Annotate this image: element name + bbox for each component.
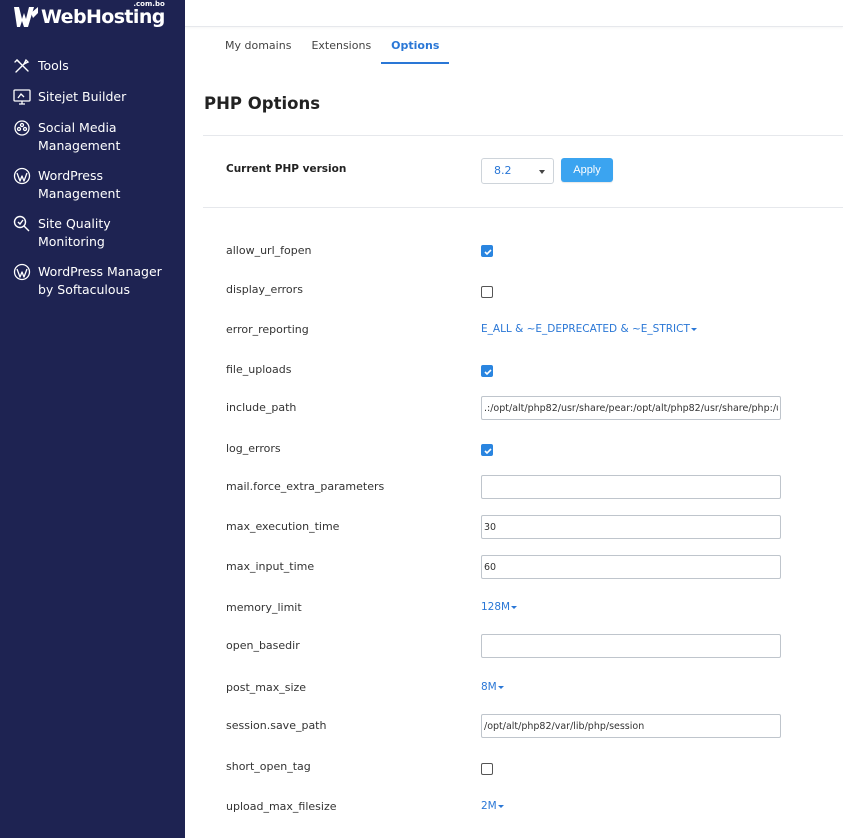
chevron-down-icon [539,170,545,174]
webhosting-logo-icon [14,7,38,27]
tab-bar: My domains Extensions Options [203,27,450,64]
sidebar-item-label: WordPress Management [38,168,121,201]
option-label-short-open-tag: short_open_tag [226,760,311,773]
brand-logo[interactable]: WebHosting .com.bo [13,0,165,30]
memory-limit-dropdown[interactable]: 128M [481,601,518,613]
option-label-max-execution-time: max_execution_time [226,520,340,533]
sidebar-item-label: Social Media Management [38,120,121,153]
sidebar-item-wordpress-management[interactable]: WordPress Management [0,167,185,203]
apply-button[interactable]: Apply [561,158,613,182]
option-label-include-path: include_path [226,401,297,414]
option-label-error-reporting: error_reporting [226,323,309,336]
brand-tld: .com.bo [133,0,165,8]
allow-url-fopen-checkbox[interactable] [481,245,493,257]
sidebar-item-site-quality-monitoring[interactable]: Site Quality Monitoring [0,215,185,251]
sidebar: WebHosting .com.bo Tools Sitejet Builder … [0,0,185,838]
php-version-label: Current PHP version [226,163,347,175]
monitor-icon [13,89,31,105]
checkmark-icon [484,369,492,376]
brand-name: WebHosting .com.bo [41,0,165,28]
option-label-open-basedir: open_basedir [226,639,300,652]
tab-extensions[interactable]: Extensions [301,27,381,63]
sidebar-nav: Tools Sitejet Builder Social Media Manag… [0,57,185,311]
wordpress-icon [13,263,31,281]
sidebar-item-wordpress-manager-softaculous[interactable]: WordPress Manager by Softaculous [0,263,185,299]
max-execution-time-input[interactable] [481,515,781,539]
sidebar-item-sitejet-builder[interactable]: Sitejet Builder [0,88,185,107]
sidebar-item-social-media-management[interactable]: Social Media Management [0,119,185,155]
open-basedir-input[interactable] [481,634,781,658]
error-reporting-value: E_ALL & ~E_DEPRECATED & ~E_STRICT [481,323,690,335]
option-label-post-max-size: post_max_size [226,681,307,694]
mail-force-extra-parameters-input[interactable] [481,475,781,499]
display-errors-checkbox[interactable] [481,286,493,298]
upload-max-filesize-dropdown[interactable]: 2M [481,800,504,812]
divider [203,207,843,208]
sidebar-item-label: Tools [38,58,69,73]
tab-options[interactable]: Options [381,27,450,64]
tab-my-domains[interactable]: My domains [203,27,301,63]
upload-max-filesize-value: 2M [481,800,497,812]
divider [203,135,843,136]
log-errors-checkbox[interactable] [481,444,493,456]
page-title: PHP Options [204,94,321,113]
magnifier-icon [13,215,30,232]
max-input-time-input[interactable] [481,555,781,579]
caret-down-icon [497,804,504,808]
sidebar-item-label: WordPress Manager by Softaculous [38,264,162,297]
file-uploads-checkbox[interactable] [481,365,493,377]
php-version-value: 8.2 [494,164,512,177]
error-reporting-dropdown[interactable]: E_ALL & ~E_DEPRECATED & ~E_STRICT [481,323,697,335]
wordpress-icon [13,167,31,185]
top-bar [185,0,843,27]
option-label-session-save-path: session.save_path [226,719,327,732]
post-max-size-dropdown[interactable]: 8M [481,681,504,693]
post-max-size-value: 8M [481,681,497,693]
sidebar-item-label: Sitejet Builder [38,89,127,104]
php-version-select[interactable]: 8.2 [481,158,554,184]
caret-down-icon [690,327,697,331]
session-save-path-input[interactable] [481,714,781,738]
memory-limit-value: 128M [481,601,511,613]
sidebar-item-tools[interactable]: Tools [0,57,185,76]
include-path-input[interactable] [481,396,781,420]
option-label-memory-limit: memory_limit [226,601,302,614]
short-open-tag-checkbox[interactable] [481,763,493,775]
social-media-icon [14,120,30,136]
option-label-log-errors: log_errors [226,442,281,455]
option-label-upload-max-filesize: upload_max_filesize [226,800,337,813]
option-label-allow-url-fopen: allow_url_fopen [226,244,312,257]
option-label-max-input-time: max_input_time [226,560,315,573]
checkmark-icon [484,448,492,455]
checkmark-icon [484,249,492,256]
sidebar-item-label: Site Quality Monitoring [38,216,111,249]
caret-down-icon [497,685,504,689]
option-label-mail-force-extra-parameters: mail.force_extra_parameters [226,480,385,493]
caret-down-icon [511,605,518,609]
tools-icon [14,58,30,73]
option-label-file-uploads: file_uploads [226,363,292,376]
option-label-display-errors: display_errors [226,283,303,296]
